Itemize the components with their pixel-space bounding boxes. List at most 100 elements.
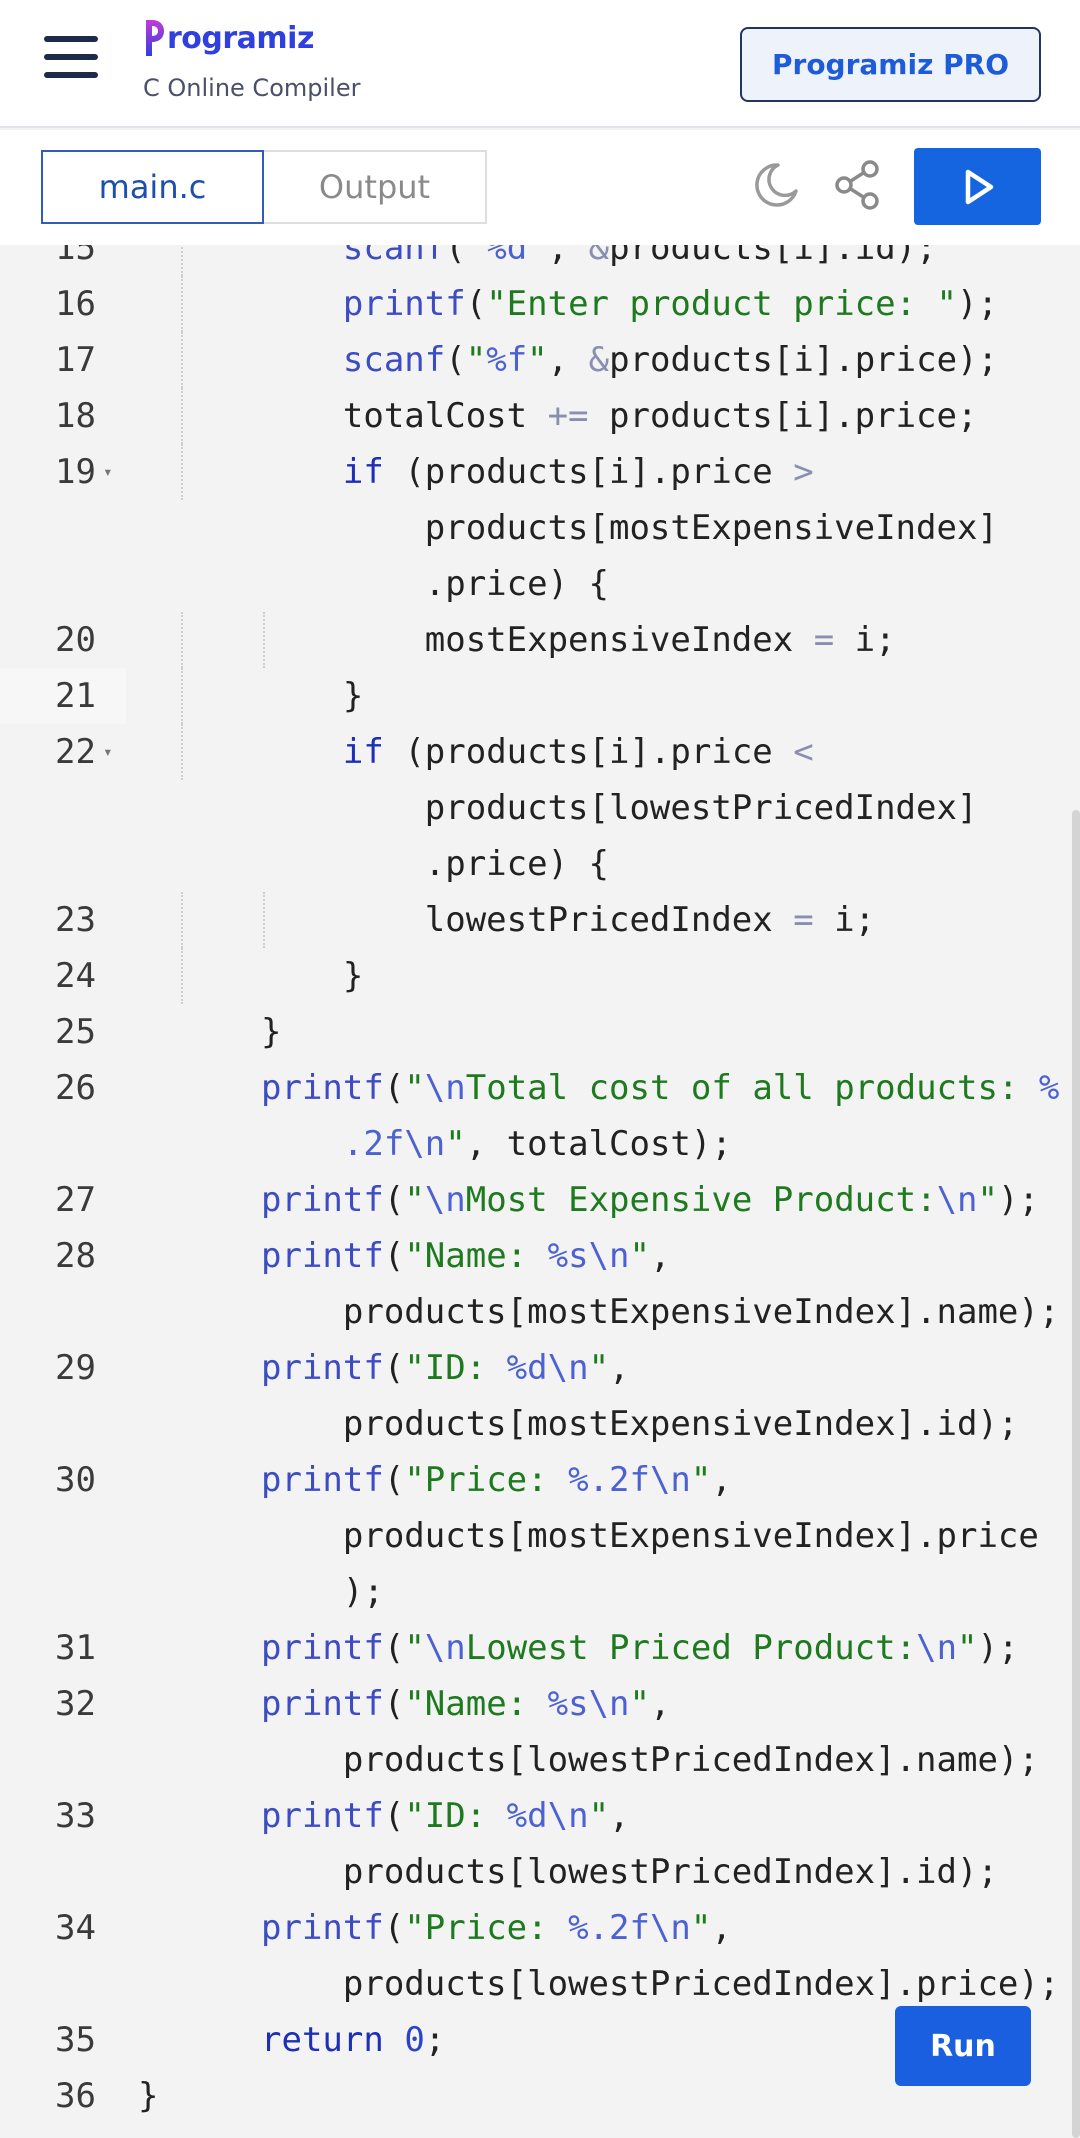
line-number: 25 [55,1012,96,1052]
code-line[interactable]: products[mostExpensiveIndex].price [0,1508,1080,1564]
line-number: 18 [55,396,96,436]
code-text: products[lowestPricedIndex].id); [261,1852,998,1892]
code-line[interactable]: products[lowestPricedIndex].id); [0,1844,1080,1900]
code-text: mostExpensiveIndex = i; [261,620,896,660]
code-text: } [261,956,364,996]
line-number: 23 [55,900,96,940]
tab-output[interactable]: Output [264,150,487,224]
code-line[interactable]: products[lowestPricedIndex].name); [0,1732,1080,1788]
fold-caret-icon[interactable]: ▾ [103,444,113,500]
code-text: products[mostExpensiveIndex].id); [261,1404,1019,1444]
fold-caret-icon[interactable]: ▾ [103,724,113,780]
code-lines: 15 scanf("%d", &products[i].id); 16 print… [0,245,1080,2124]
code-line[interactable]: .price) { [0,836,1080,892]
code-line[interactable]: 32 printf("Name: %s\n", [0,1676,1080,1732]
code-line[interactable]: 23 lowestPricedIndex = i; [0,892,1080,948]
line-number: 24 [55,956,96,996]
programiz-logo[interactable]: rogramiz [143,16,314,60]
editor-scrollbar[interactable] [1072,810,1080,2138]
code-text: } [261,676,364,716]
floating-run-button[interactable]: Run [895,2006,1031,2086]
indent-guide [181,444,183,500]
line-number: 15 [55,245,96,268]
code-line[interactable]: 34 printf("Price: %.2f\n", [0,1900,1080,1956]
line-number: 17 [55,340,96,380]
code-text: } [138,2076,159,2116]
logo-text: rogramiz [167,20,314,56]
tab-main-c[interactable]: main.c [41,150,264,224]
code-text: products[mostExpensiveIndex].price [261,1516,1039,1556]
code-line[interactable]: 16 printf("Enter product price: "); [0,276,1080,332]
code-line[interactable]: 28 printf("Name: %s\n", [0,1228,1080,1284]
code-text: products[lowestPricedIndex].name); [261,1740,1039,1780]
code-text: scanf("%d", &products[i].id); [342,245,937,268]
code-text: lowestPricedIndex = i; [261,900,876,940]
line-number: 30 [55,1460,96,1500]
code-line[interactable]: products[mostExpensiveIndex].name); [0,1284,1080,1340]
code-line[interactable]: 17 scanf("%f", &products[i].price); [0,332,1080,388]
code-line[interactable]: 27 printf("\nMost Expensive Product:\n"); [0,1172,1080,1228]
code-text: .price) { [261,564,609,604]
code-text: return 0; [261,2020,446,2060]
code-line[interactable]: ); [0,1564,1080,1620]
code-text: printf("Price: %.2f\n", [261,1908,732,1948]
programiz-pro-button[interactable]: Programiz PRO [740,27,1041,102]
code-editor[interactable]: 15 scanf("%d", &products[i].id); 16 print… [0,245,1080,2138]
code-text: ); [261,1572,384,1612]
code-line[interactable]: products[mostExpensiveIndex] [0,500,1080,556]
code-line[interactable]: 18 totalCost += products[i].price; [0,388,1080,444]
indent-guide [181,276,183,332]
code-text: scanf("%f", &products[i].price); [342,340,999,380]
line-number: 34 [55,1908,96,1948]
indent-guide [181,332,183,388]
menu-icon[interactable] [44,36,98,78]
line-number: 35 [55,2020,96,2060]
code-text: products[mostExpensiveIndex].name); [261,1292,1060,1332]
dark-mode-icon[interactable] [748,157,804,213]
indent-guide [181,388,183,444]
share-icon[interactable] [830,157,886,213]
line-number: 29 [55,1348,96,1388]
code-text: printf("Enter product price: "); [342,284,998,324]
code-text: printf("\nTotal cost of all products: % [261,1068,1060,1108]
code-text: printf("ID: %d\n", [261,1348,630,1388]
code-text: printf("\nMost Expensive Product:\n"); [261,1180,1039,1220]
indent-guide [181,668,183,724]
code-line[interactable]: .2f\n", totalCost); [0,1116,1080,1172]
line-number: 22 [55,732,96,772]
code-line[interactable]: .price) { [0,556,1080,612]
code-line[interactable]: 26 printf("\nTotal cost of all products: … [0,1060,1080,1116]
code-line[interactable]: 29 printf("ID: %d\n", [0,1340,1080,1396]
line-number: 19 [55,452,96,492]
line-number: 28 [55,1236,96,1276]
line-number: 26 [55,1068,96,1108]
code-line[interactable]: 31 printf("\nLowest Priced Product:\n"); [0,1620,1080,1676]
code-line[interactable]: 22 ▾ if (products[i].price < [0,724,1080,780]
code-line[interactable]: 19 ▾ if (products[i].price > [0,444,1080,500]
code-line[interactable]: 21 } [0,668,1080,724]
line-number: 36 [55,2076,96,2116]
code-text: products[lowestPricedIndex] [261,788,978,828]
line-number: 20 [55,620,96,660]
code-text: printf("Name: %s\n", [261,1236,671,1276]
code-text: if (products[i].price > [342,452,814,492]
indent-guide [181,892,183,948]
code-line[interactable]: 15 scanf("%d", &products[i].id); [0,245,1080,276]
code-line[interactable]: 33 printf("ID: %d\n", [0,1788,1080,1844]
code-line[interactable]: 20 mostExpensiveIndex = i; [0,612,1080,668]
code-line[interactable]: products[lowestPricedIndex] [0,780,1080,836]
code-text: products[mostExpensiveIndex] [261,508,998,548]
code-line[interactable]: 24 } [0,948,1080,1004]
line-number: 21 [55,676,96,716]
top-header: rogramiz C Online Compiler Programiz PRO [0,0,1080,128]
page-subtitle: C Online Compiler [143,74,361,102]
code-line[interactable]: 25} [0,1004,1080,1060]
line-number: 31 [55,1628,96,1668]
code-line[interactable]: 30 printf("Price: %.2f\n", [0,1452,1080,1508]
code-line[interactable]: products[mostExpensiveIndex].id); [0,1396,1080,1452]
run-button[interactable] [914,148,1041,225]
code-text: printf("Name: %s\n", [261,1684,671,1724]
code-text: printf("\nLowest Priced Product:\n"); [261,1628,1019,1668]
play-icon [965,169,993,204]
code-line[interactable]: products[lowestPricedIndex].price); [0,1956,1080,2012]
